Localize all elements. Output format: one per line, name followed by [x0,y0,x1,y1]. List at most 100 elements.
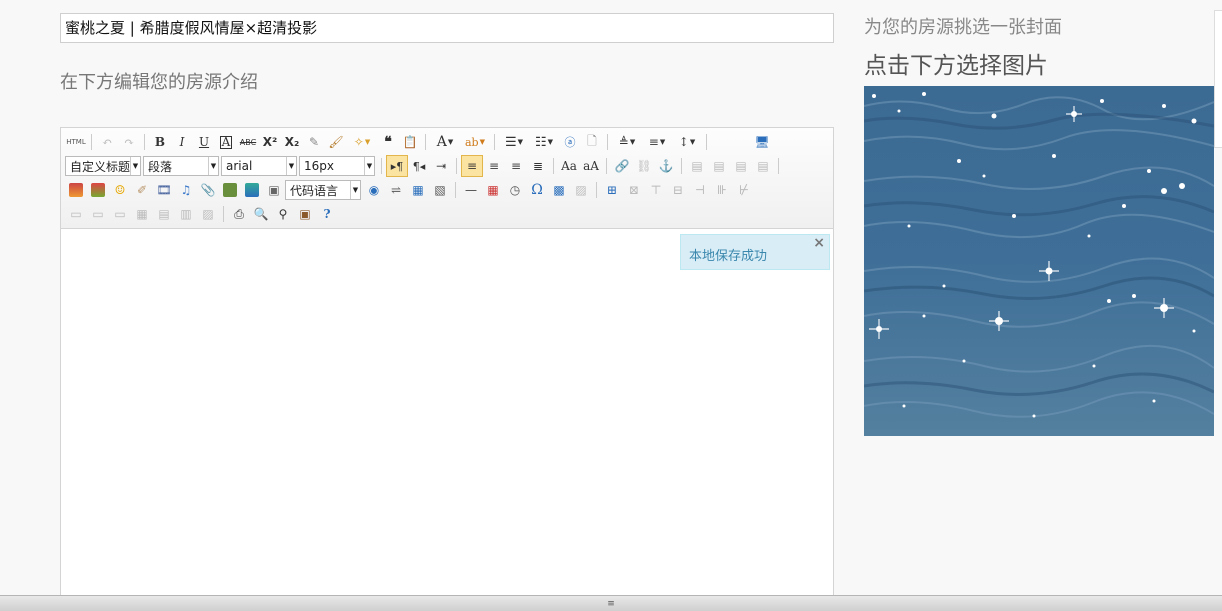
undo-icon[interactable]: ↶ [96,131,118,153]
font-border-label: A [219,134,233,149]
delete-col-icon[interactable]: ⊬ [733,179,755,201]
align-right-icon[interactable]: ≡ [505,155,527,177]
paragraph-select[interactable]: 段落 ▼ [143,156,219,176]
direction-ltr-icon[interactable]: ▸¶ [386,155,408,177]
font-size-value: 16px [304,159,334,173]
font-size-select[interactable]: 16px ▼ [299,156,375,176]
italic-button[interactable]: I [171,131,193,153]
row-spacing-bottom-icon[interactable]: ≡ ▼ [642,131,672,153]
snapscreen-icon[interactable]: ▨ [570,179,592,201]
blockquote-button[interactable]: ❝ [377,131,399,153]
insert-row-icon[interactable]: ⊟ [667,179,689,201]
image-left-icon[interactable]: ▤ [708,155,730,177]
fore-color-button[interactable]: A ▼ [430,131,460,153]
auto-format-icon[interactable]: ✧ ▼ [347,131,377,153]
gmap-icon[interactable] [241,179,263,201]
lowercase-icon[interactable]: aA [580,155,602,177]
insert-image-icon[interactable] [87,179,109,201]
line-height-icon[interactable]: ↕ ▼ [672,131,702,153]
ordered-list-icon[interactable]: ☰ ▼ [499,131,529,153]
insert-video-icon[interactable]: 🎞 [153,179,175,201]
emotion-icon[interactable]: ☺ [109,179,131,201]
insert-paragraph-before-table-icon[interactable]: ⊤ [645,179,667,201]
select-all-icon[interactable]: ⓐ [559,131,581,153]
font-family-select[interactable]: arial ▼ [221,156,297,176]
link-icon[interactable]: 🔗 [611,155,633,177]
simple-upload-icon[interactable] [65,179,87,201]
delete-row-icon[interactable]: ⊣ [689,179,711,201]
anchor-icon[interactable]: ⚓ [655,155,677,177]
insert-col-icon[interactable]: ⊪ [711,179,733,201]
align-left-icon[interactable]: ≡ [461,155,483,177]
listing-title-input[interactable]: 蜜桃之夏 | 希腊度假风情屋×超清投影 [60,13,834,43]
code-language-select[interactable]: 代码语言 ▼ [285,180,361,200]
back-color-icon[interactable]: ab ▼ [460,131,490,153]
source-code-button[interactable]: HTML [65,131,87,153]
separator [706,134,707,150]
page-break-icon[interactable]: ⇌ [385,179,407,201]
row-spacing-top-icon[interactable]: ≜ ▼ [612,131,642,153]
redo-icon[interactable]: ↷ [118,131,140,153]
insert-table-icon[interactable]: ⊞ [601,179,623,201]
split-to-cells-icon[interactable]: ▦ [131,203,153,225]
rich-text-editor[interactable]: HTML ↶ ↷ B I U A ABC X² X₂ ✎ 🖌 ✧ ▼ ❝ 📋 A ▼… [60,127,834,597]
web-app-icon[interactable]: ◉ [363,179,385,201]
special-char-button[interactable]: Ω [526,179,548,201]
wordimage-icon[interactable]: ▩ [548,179,570,201]
help-icon[interactable]: ? [316,203,338,225]
merge-right-icon[interactable]: ▭ [87,203,109,225]
uppercase-icon[interactable]: Aa [558,155,580,177]
print-icon[interactable]: ⎙ [228,203,250,225]
cover-image-sea [864,86,1214,436]
direction-rtl-icon[interactable]: ¶◂ [408,155,430,177]
image-center-icon[interactable]: ▤ [752,155,774,177]
subscript-button[interactable]: X₂ [281,131,303,153]
map-icon[interactable] [219,179,241,201]
image-none-icon[interactable]: ▤ [686,155,708,177]
music-icon[interactable]: ♫ [175,179,197,201]
align-center-icon[interactable]: ≡ [483,155,505,177]
superscript-button[interactable]: X² [259,131,281,153]
chart-icon[interactable]: ▨ [197,203,219,225]
scrawl-icon[interactable]: ✐ [131,179,153,201]
page: 蜜桃之夏 | 希腊度假风情屋×超清投影 在下方编辑您的房源介绍 HTML ↶ ↷… [0,0,1222,611]
template-icon[interactable]: ▦ [407,179,429,201]
close-icon[interactable]: × [813,235,825,251]
separator [381,158,382,174]
bold-button[interactable]: B [149,131,171,153]
format-brush-icon[interactable]: 🖌 [325,131,347,153]
fore-color-label: A [436,134,447,150]
cover-section-label: 为您的房源挑选一张封面 [864,17,1062,38]
fullscreen-icon[interactable]: 🖥 [751,131,773,153]
unordered-list-icon[interactable]: ☷ ▼ [529,131,559,153]
image-right-icon[interactable]: ▤ [730,155,752,177]
strikethrough-button[interactable]: ABC [237,131,259,153]
indent-icon[interactable]: ⇥ [430,155,452,177]
time-icon[interactable]: ◷ [504,179,526,201]
insert-frame-icon[interactable]: ▣ [263,179,285,201]
align-justify-icon[interactable]: ≣ [527,155,549,177]
font-border-button[interactable]: A [215,131,237,153]
split-to-rows-icon[interactable]: ▤ [153,203,175,225]
background-icon[interactable]: ▧ [429,179,451,201]
preview-icon[interactable]: 🔍 [250,203,272,225]
eraser-icon[interactable]: ✎ [303,131,325,153]
clear-doc-icon[interactable]: 🗋 [581,131,603,153]
resize-handle[interactable]: ≡ [0,595,1222,611]
paste-plain-icon[interactable]: 📋 [399,131,421,153]
merge-cells-icon[interactable]: ▭ [65,203,87,225]
gmap-swatch [245,183,259,197]
unlink-icon[interactable]: ⛓ [633,155,655,177]
search-replace-icon[interactable]: ⚲ [272,203,294,225]
date-icon[interactable]: ▦ [482,179,504,201]
cover-image[interactable] [864,86,1214,436]
underline-button[interactable]: U [193,131,215,153]
drafts-icon[interactable]: ▣ [294,203,316,225]
delete-table-icon[interactable]: ⊠ [623,179,645,201]
merge-down-icon[interactable]: ▭ [109,203,131,225]
horizontal-rule-icon[interactable]: — [460,179,482,201]
custom-title-select[interactable]: 自定义标题 ▼ [65,156,141,176]
attachment-icon[interactable]: 📎 [197,179,219,201]
split-to-cols-icon[interactable]: ▥ [175,203,197,225]
cover-section-title[interactable]: 点击下方选择图片 [864,46,1048,80]
